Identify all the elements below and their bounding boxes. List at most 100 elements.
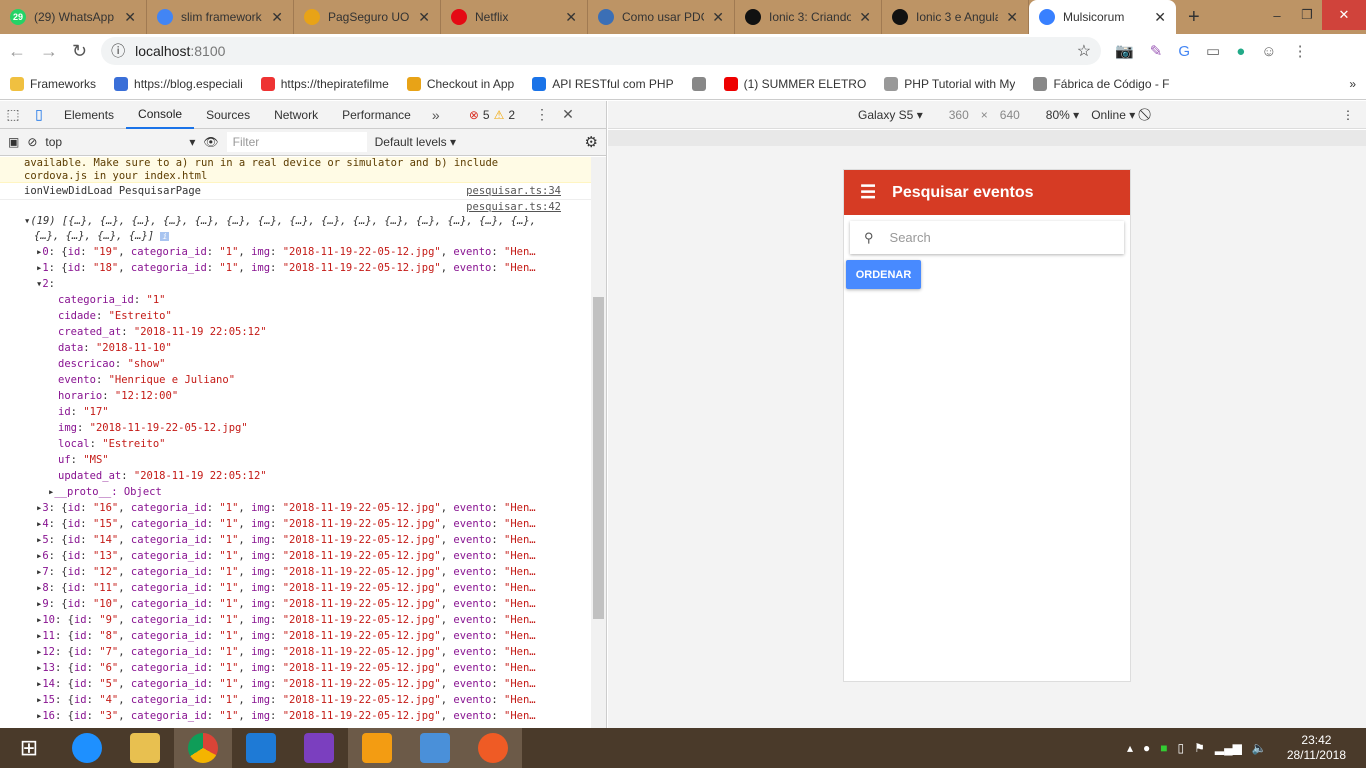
close-devtools-icon[interactable]: ✕ bbox=[555, 106, 581, 123]
restore-button[interactable]: ❐ bbox=[1292, 0, 1322, 30]
array-item-row[interactable]: ▸9: {id: "10", categoria_id: "1", img: "… bbox=[36, 596, 591, 612]
device-toggle-icon[interactable]: ▯ bbox=[26, 106, 52, 123]
bookmark-item[interactable] bbox=[691, 76, 706, 91]
tray-globe-icon[interactable]: ● bbox=[1143, 741, 1150, 755]
settings-gear-icon[interactable]: ⚙ bbox=[585, 133, 598, 151]
array-item-row-expanded[interactable]: ▾2: bbox=[36, 276, 591, 292]
eye-icon[interactable]: 👁 bbox=[203, 135, 218, 149]
tab-close-icon[interactable]: ✕ bbox=[1154, 9, 1166, 26]
levels-select[interactable]: Default levels ▾ bbox=[375, 135, 456, 149]
order-button[interactable]: ORDENAR bbox=[846, 260, 921, 289]
back-icon[interactable]: ← bbox=[8, 41, 26, 62]
inspect-icon[interactable]: ⬚ bbox=[0, 106, 26, 123]
issue-counts[interactable]: ⊗ 5 ⚠ 2 bbox=[469, 108, 515, 122]
start-button[interactable]: ⊞ bbox=[0, 728, 58, 768]
taskbar-phpstorm[interactable] bbox=[290, 728, 348, 768]
array-summary[interactable]: ▾(19) [{…}, {…}, {…}, {…}, {…}, {…}, {…}… bbox=[0, 214, 591, 244]
network-select[interactable]: Online ▾ bbox=[1091, 108, 1135, 122]
array-item-row[interactable]: ▸3: {id: "16", categoria_id: "1", img: "… bbox=[36, 500, 591, 516]
url-input[interactable]: ⓘ localhost:8100 ☆ bbox=[101, 37, 1102, 65]
filter-input[interactable]: Filter bbox=[226, 132, 367, 152]
devtools-tab[interactable]: Performance bbox=[330, 101, 423, 129]
zoom-select[interactable]: 80% ▾ bbox=[1046, 108, 1079, 122]
array-item-row[interactable]: ▸12: {id: "7", categoria_id: "1", img: "… bbox=[36, 644, 591, 660]
browser-tab[interactable]: Mulsicorum ✕ bbox=[1029, 0, 1176, 34]
bookmark-item[interactable]: https://blog.especiali bbox=[114, 76, 243, 91]
camera-icon[interactable]: 📷 bbox=[1115, 42, 1134, 60]
array-item-row[interactable]: ▸0: {id: "19", categoria_id: "1", img: "… bbox=[36, 244, 591, 260]
cast-icon[interactable]: ▭ bbox=[1206, 42, 1220, 60]
bookmark-item[interactable]: API RESTful com PHP bbox=[532, 76, 674, 91]
device-height-input[interactable]: 640 bbox=[1000, 108, 1020, 122]
device-width-input[interactable]: 360 bbox=[949, 108, 969, 122]
new-tab-button[interactable]: + bbox=[1176, 0, 1212, 34]
tab-close-icon[interactable]: ✕ bbox=[124, 9, 136, 26]
bookmark-item[interactable]: Fábrica de Código - F bbox=[1033, 76, 1170, 91]
array-item-row[interactable]: ▸1: {id: "18", categoria_id: "1", img: "… bbox=[36, 260, 591, 276]
tray-expand-icon[interactable]: ▴ bbox=[1127, 741, 1133, 755]
clear-console-icon[interactable]: ⊘ bbox=[27, 135, 37, 149]
translate-icon[interactable]: G bbox=[1178, 43, 1190, 60]
device-select[interactable]: Galaxy S5 ▾ bbox=[858, 108, 923, 122]
tray-green-icon[interactable]: ■ bbox=[1160, 741, 1167, 755]
tab-close-icon[interactable]: ✕ bbox=[271, 9, 283, 26]
devtools-tab[interactable]: Elements bbox=[52, 101, 126, 129]
bookmark-item[interactable]: https://thepiratefilme bbox=[260, 76, 389, 91]
reload-icon[interactable]: ↻ bbox=[72, 41, 87, 62]
devtools-tab[interactable]: Console bbox=[126, 101, 195, 129]
array-item-row[interactable]: ▸4: {id: "15", categoria_id: "1", img: "… bbox=[36, 516, 591, 532]
search-input[interactable]: ⚲ Search bbox=[850, 221, 1124, 254]
context-select[interactable]: top ▾ bbox=[45, 135, 195, 149]
globe-extension-icon[interactable]: ● bbox=[1236, 43, 1245, 60]
battery-icon[interactable]: ▯ bbox=[1178, 741, 1185, 755]
window-close-button[interactable]: ✕ bbox=[1322, 0, 1366, 30]
proto-row[interactable]: ▸__proto__: Object bbox=[36, 484, 591, 500]
tab-close-icon[interactable]: ✕ bbox=[565, 9, 577, 26]
console-scrollbar[interactable] bbox=[591, 157, 606, 728]
flag-icon[interactable]: ⚑ bbox=[1194, 741, 1205, 755]
forward-icon[interactable]: → bbox=[40, 41, 58, 62]
devtools-tab[interactable]: Network bbox=[262, 101, 330, 129]
taskbar-chrome[interactable] bbox=[174, 728, 232, 768]
array-item-row[interactable]: ▸13: {id: "6", categoria_id: "1", img: "… bbox=[36, 660, 591, 676]
browser-tab[interactable]: Ionic 3 e Angular ✕ bbox=[882, 0, 1029, 34]
tab-close-icon[interactable]: ✕ bbox=[418, 9, 430, 26]
tab-close-icon[interactable]: ✕ bbox=[712, 9, 724, 26]
browser-tab[interactable]: PagSeguro UOL ✕ bbox=[294, 0, 441, 34]
bookmark-item[interactable]: (1) SUMMER ELETRO bbox=[723, 76, 866, 91]
array-item-row[interactable]: ▸6: {id: "13", categoria_id: "1", img: "… bbox=[36, 548, 591, 564]
scrollbar-thumb[interactable] bbox=[593, 297, 604, 619]
avatar[interactable]: ☺ bbox=[1261, 43, 1276, 60]
taskbar-sublime[interactable] bbox=[348, 728, 406, 768]
pen-extension-icon[interactable]: ✎ bbox=[1150, 42, 1163, 60]
array-item-row[interactable]: ▸7: {id: "12", categoria_id: "1", img: "… bbox=[36, 564, 591, 580]
more-bookmarks-icon[interactable]: » bbox=[1349, 77, 1356, 91]
clock[interactable]: 23:42 28/11/2018 bbox=[1287, 733, 1346, 763]
array-item-row[interactable]: ▸11: {id: "8", categoria_id: "1", img: "… bbox=[36, 628, 591, 644]
source-link[interactable]: pesquisar.ts:34 bbox=[466, 183, 561, 199]
device-menu-icon[interactable]: ⋮ bbox=[1342, 108, 1354, 122]
info-icon[interactable]: ⓘ bbox=[111, 41, 125, 61]
tab-close-icon[interactable]: ✕ bbox=[1006, 9, 1018, 26]
menu-icon[interactable]: ⋮ bbox=[1293, 42, 1308, 60]
devtools-tab[interactable]: Sources bbox=[194, 101, 262, 129]
array-item-row[interactable]: ▸16: {id: "3", categoria_id: "1", img: "… bbox=[36, 708, 591, 724]
bookmark-star-icon[interactable]: ☆ bbox=[1077, 41, 1091, 61]
volume-icon[interactable]: 🔈 bbox=[1252, 741, 1267, 755]
source-link[interactable]: pesquisar.ts:42 bbox=[466, 200, 561, 214]
browser-tab[interactable]: 29 (29) WhatsApp ✕ bbox=[0, 0, 147, 34]
bookmark-item[interactable]: PHP Tutorial with My bbox=[884, 76, 1015, 91]
taskbar-explorer[interactable] bbox=[116, 728, 174, 768]
taskbar-postman[interactable] bbox=[464, 728, 522, 768]
array-item-row[interactable]: ▸10: {id: "9", categoria_id: "1", img: "… bbox=[36, 612, 591, 628]
taskbar-ie[interactable] bbox=[58, 728, 116, 768]
taskbar-vscode[interactable] bbox=[232, 728, 290, 768]
devtools-menu-icon[interactable]: ⋮ bbox=[529, 106, 555, 123]
array-item-row[interactable]: ▸8: {id: "11", categoria_id: "1", img: "… bbox=[36, 580, 591, 596]
array-item-row[interactable]: ▸5: {id: "14", categoria_id: "1", img: "… bbox=[36, 532, 591, 548]
taskbar-app[interactable] bbox=[406, 728, 464, 768]
minimize-button[interactable]: – bbox=[1262, 0, 1292, 30]
bookmark-item[interactable]: Frameworks bbox=[10, 76, 96, 91]
media-query-ruler[interactable] bbox=[608, 130, 1366, 146]
bookmark-item[interactable]: Checkout in App bbox=[406, 76, 514, 91]
